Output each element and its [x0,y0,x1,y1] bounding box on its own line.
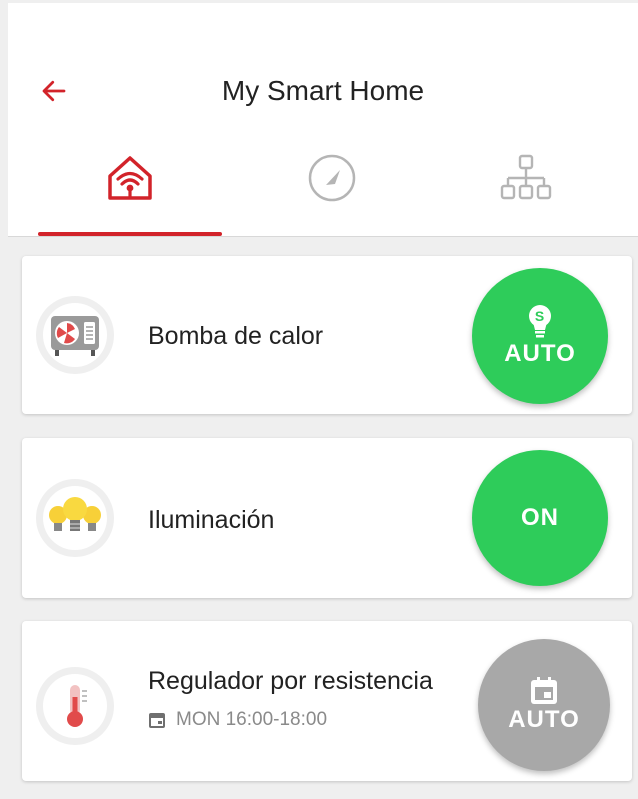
lightbulb-dollar-icon: S [529,305,551,338]
device-name: Iluminación [148,506,275,534]
device-name: Bomba de calor [148,322,324,350]
heat-pump-icon [51,316,99,356]
device-card-bomba-de-calor[interactable]: Bomba de calor S AUTO [22,256,632,414]
active-tab-indicator [38,232,222,236]
device-icon-container [36,296,114,374]
network-hierarchy-icon [500,154,552,200]
thermometer-icon [67,685,87,727]
calendar-icon [149,713,165,728]
mode-label: AUTO [504,340,576,367]
mode-button-auto-scheduled[interactable]: AUTO [478,639,610,771]
device-card-iluminacion[interactable]: Iluminación ON [22,438,632,598]
device-card-regulador[interactable]: Regulador por resistencia MON 16:00-18:0… [22,621,632,781]
mode-label: ON [521,504,559,531]
svg-text:S: S [535,308,545,324]
page-title: My Smart Home [221,75,425,106]
tab-home[interactable] [35,138,225,236]
gauge-icon [308,154,356,202]
mode-label: AUTO [508,706,580,733]
tab-network[interactable] [431,138,621,236]
device-schedule: MON 16:00-18:00 [148,709,327,731]
app-header: My Smart Home [8,3,638,237]
schedule-text: MON 16:00-18:00 [176,709,328,730]
device-icon-container [36,667,114,745]
tab-gauge[interactable] [237,138,427,236]
calendar-icon [531,677,557,704]
device-name: Regulador por resistencia [148,667,433,695]
lightbulbs-icon [49,497,101,531]
device-icon-container [36,479,114,557]
mode-button-on[interactable]: ON [472,450,608,586]
tab-bar [8,138,638,236]
mode-button-auto[interactable]: S AUTO [472,268,608,404]
smart-home-icon [108,156,152,200]
